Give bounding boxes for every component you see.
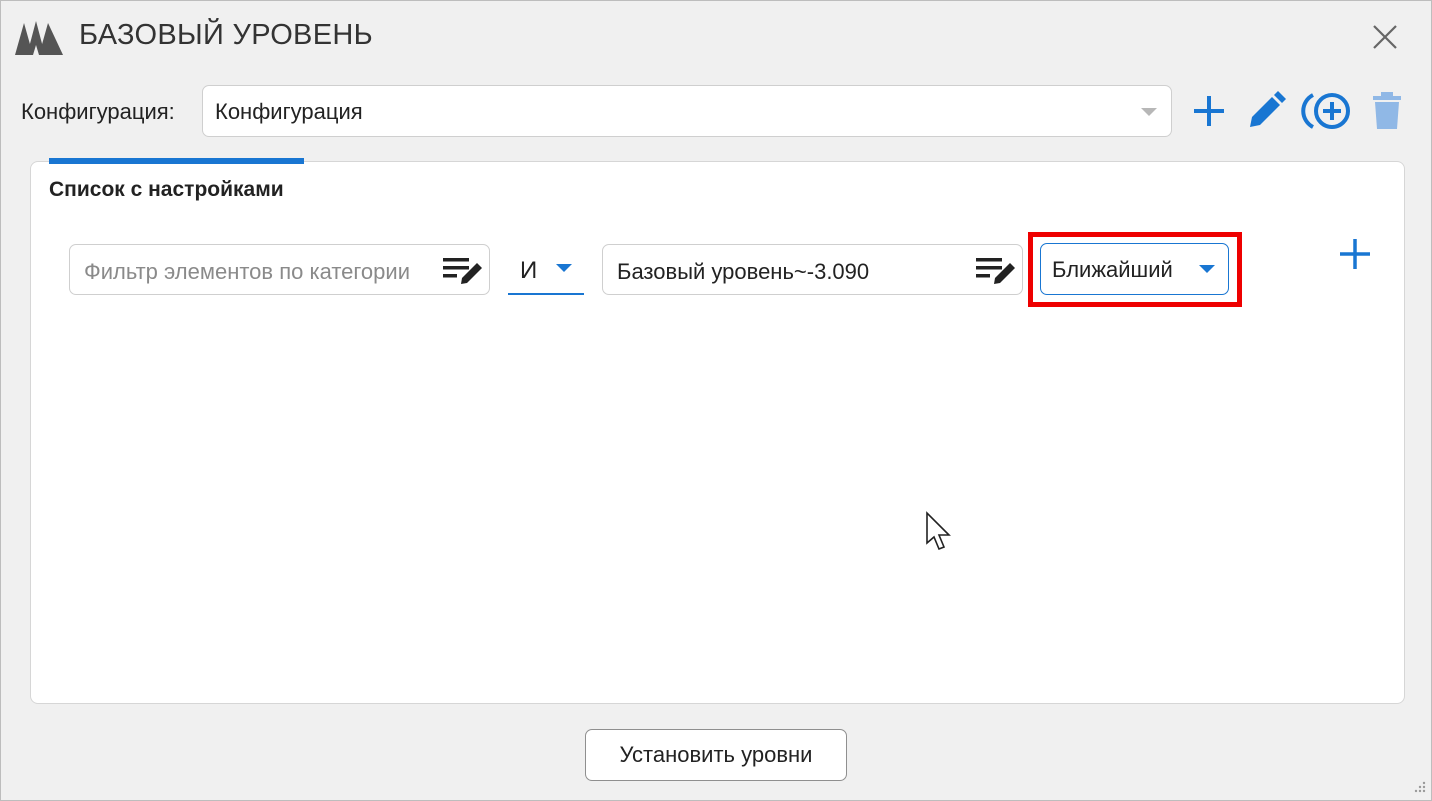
mode-dropdown[interactable]: Ближайший <box>1040 243 1229 295</box>
add-config-button[interactable] <box>1187 89 1231 133</box>
logic-operator-dropdown[interactable]: И <box>508 244 584 295</box>
dialog-window: БАЗОВЫЙ УРОВЕНЬ Конфигурация: Конфигурац… <box>0 0 1432 801</box>
mode-value: Ближайший <box>1052 257 1173 282</box>
add-rule-button[interactable] <box>1334 233 1376 275</box>
resize-grip-icon[interactable] <box>1411 780 1427 796</box>
copy-config-button[interactable] <box>1301 89 1353 133</box>
category-filter-field[interactable]: Фильтр элементов по категории <box>69 244 490 295</box>
edit-config-button[interactable] <box>1244 89 1288 133</box>
edit-list-icon[interactable] <box>974 254 1018 286</box>
chevron-down-icon <box>1199 265 1215 273</box>
mouse-pointer-icon <box>926 511 951 551</box>
config-label: Конфигурация: <box>21 99 175 124</box>
trash-icon <box>1373 92 1401 129</box>
logic-operator-value: И <box>520 257 538 284</box>
app-logo-icon <box>15 21 63 55</box>
title-bar: БАЗОВЫЙ УРОВЕНЬ <box>1 1 1431 71</box>
window-title: БАЗОВЫЙ УРОВЕНЬ <box>79 19 373 51</box>
delete-config-button[interactable] <box>1365 89 1409 133</box>
edit-list-icon[interactable] <box>441 254 485 286</box>
circle-plus-icon <box>1301 93 1350 129</box>
chevron-down-icon <box>556 264 572 272</box>
tab-active-indicator <box>49 158 304 164</box>
config-dropdown[interactable]: Конфигурация <box>202 85 1172 137</box>
set-levels-button[interactable]: Установить уровни <box>585 729 847 781</box>
level-value-field[interactable]: Базовый уровень~-3.090 <box>602 244 1023 295</box>
tab-settings-list[interactable]: Список с настройками <box>49 178 284 202</box>
pencil-icon <box>1250 91 1286 127</box>
category-filter-placeholder: Фильтр элементов по категории <box>84 259 410 284</box>
close-icon[interactable] <box>1365 17 1405 57</box>
config-selected-value: Конфигурация <box>215 99 363 124</box>
level-value-text: Базовый уровень~-3.090 <box>617 259 870 284</box>
add-icon <box>1194 96 1224 126</box>
add-icon <box>1340 239 1370 269</box>
chevron-down-icon <box>1141 108 1157 116</box>
